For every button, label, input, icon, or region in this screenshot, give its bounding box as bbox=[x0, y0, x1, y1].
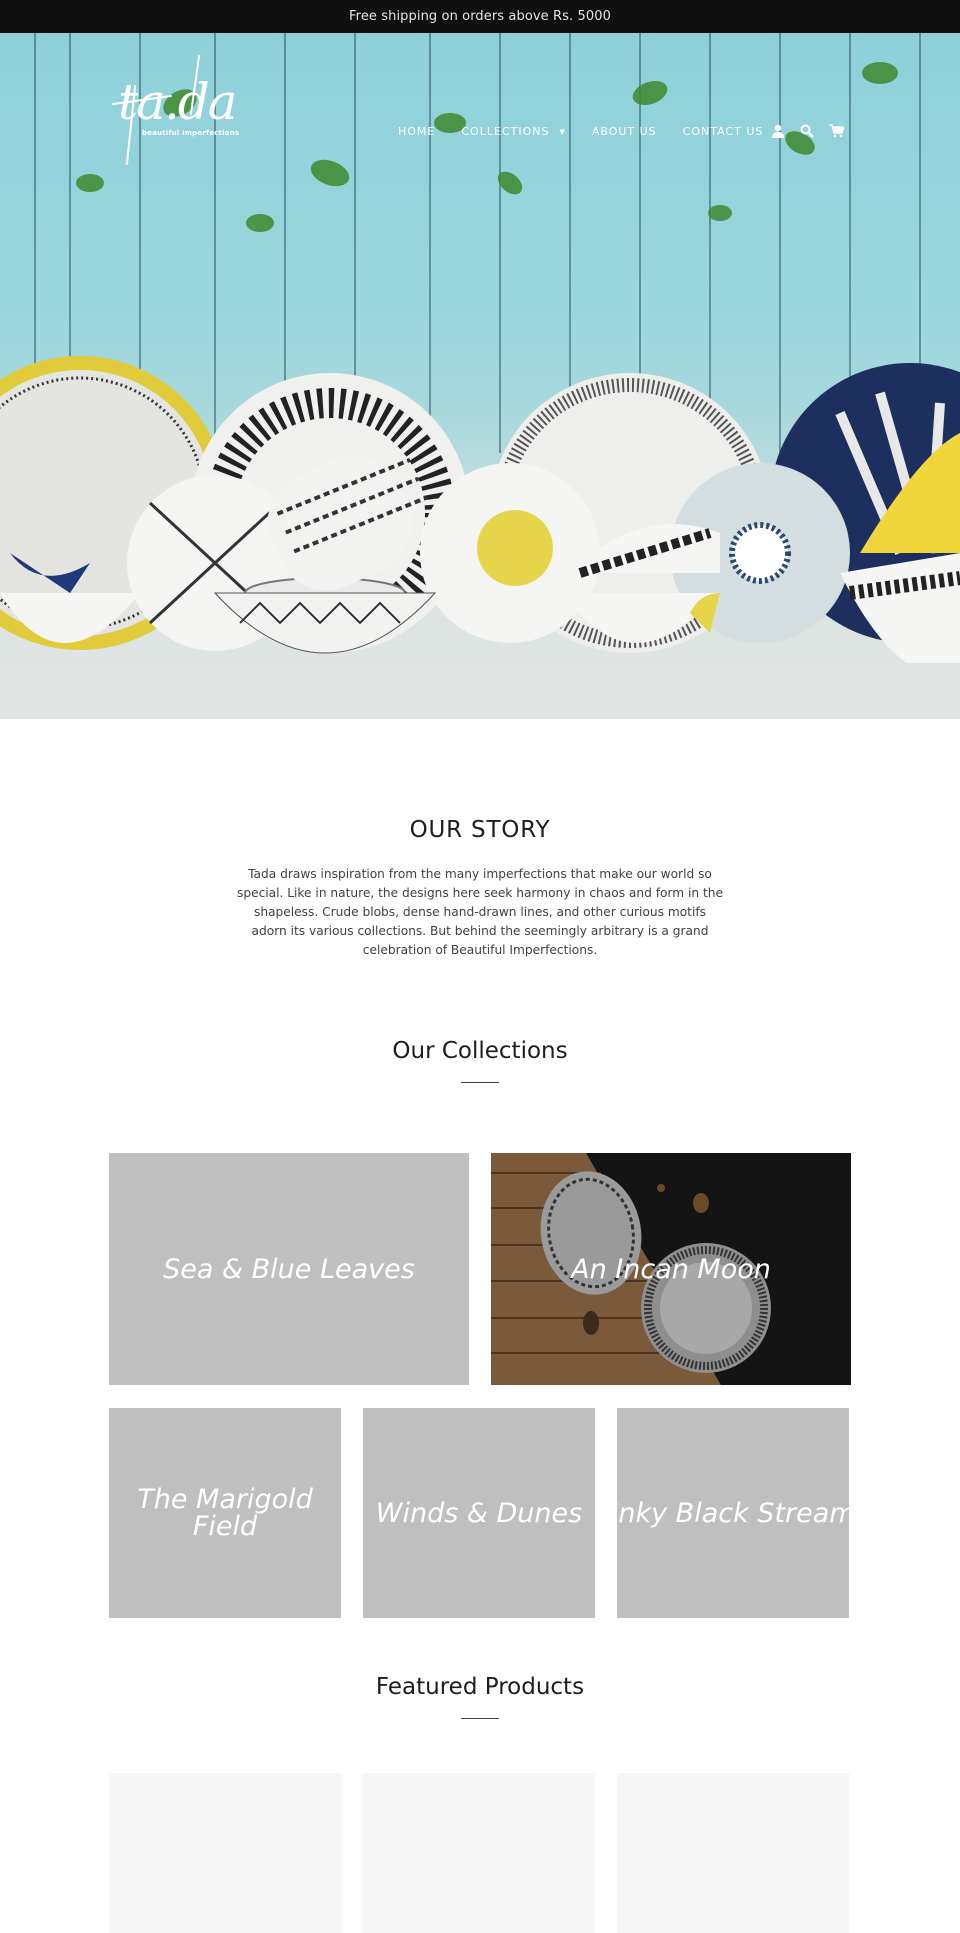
nav-home-label: HOME bbox=[398, 125, 436, 138]
collection-title: Sea & Blue Leaves bbox=[163, 1253, 415, 1285]
collection-tile-sea-blue-leaves[interactable]: Sea & Blue Leaves bbox=[109, 1153, 469, 1385]
collection-title: Inky Black Stream bbox=[617, 1497, 849, 1529]
hero-banner[interactable]: ta.da beautiful imperfections HOME COLLE… bbox=[0, 33, 960, 719]
our-story-section: OUR STORY Tada draws inspiration from th… bbox=[0, 719, 960, 960]
collection-tile-inky-black-stream[interactable]: Inky Black Stream bbox=[617, 1408, 849, 1618]
collection-title: An Incan Moon bbox=[571, 1253, 771, 1285]
site-header: ta.da beautiful imperfections HOME COLLE… bbox=[0, 33, 960, 173]
collection-title: The Marigold Field bbox=[137, 1484, 313, 1542]
our-story-title: OUR STORY bbox=[409, 817, 551, 843]
logo-tagline: beautiful imperfections bbox=[142, 129, 240, 137]
product-card[interactable] bbox=[617, 1773, 849, 1933]
collections-grid: Sea & Blue Leaves An Incan Moon The Mari… bbox=[0, 1153, 960, 1618]
nav-about-us-label: ABOUT US bbox=[591, 125, 657, 138]
collection-tile-winds-dunes[interactable]: Winds & Dunes bbox=[363, 1408, 595, 1618]
nav-contact-us-label: CONTACT US bbox=[682, 125, 764, 138]
nav-contact-us[interactable]: CONTACT US bbox=[683, 125, 764, 138]
collection-tile-an-incan-moon[interactable]: An Incan Moon bbox=[491, 1153, 851, 1385]
logo[interactable]: ta.da beautiful imperfections bbox=[108, 47, 239, 165]
nav-collections[interactable]: COLLECTIONS ▼ bbox=[461, 125, 565, 138]
nav-about-us[interactable]: ABOUT US bbox=[592, 125, 657, 138]
product-card[interactable] bbox=[363, 1773, 595, 1933]
featured-divider bbox=[461, 1718, 499, 1719]
collection-tile-the-marigold-field[interactable]: The Marigold Field bbox=[109, 1408, 341, 1618]
nav-collections-label: COLLECTIONS bbox=[461, 125, 550, 138]
account-icon[interactable] bbox=[770, 123, 786, 139]
logo-wordmark: ta.da bbox=[118, 73, 238, 131]
header-icons bbox=[770, 123, 857, 139]
main-nav: HOME COLLECTIONS ▼ ABOUT US CONTACT US bbox=[398, 125, 789, 138]
featured-products-title: Featured Products bbox=[375, 1674, 585, 1700]
featured-products-section: Featured Products bbox=[0, 1674, 960, 1933]
collections-divider bbox=[461, 1082, 499, 1083]
search-icon[interactable] bbox=[799, 123, 815, 139]
cart-icon[interactable] bbox=[828, 123, 844, 139]
collections-title: Our Collections bbox=[392, 1038, 568, 1064]
collection-title: Winds & Dunes bbox=[375, 1497, 583, 1529]
our-story-body: Tada draws inspiration from the many imp… bbox=[236, 867, 724, 957]
announcement-bar: Free shipping on orders above Rs. 5000 bbox=[0, 0, 960, 33]
product-card[interactable] bbox=[109, 1773, 341, 1933]
featured-products-grid bbox=[109, 1773, 960, 1933]
announcement-text: Free shipping on orders above Rs. 5000 bbox=[349, 9, 611, 24]
collections-section: Our Collections Sea & Blue Leaves An Inc… bbox=[0, 1038, 960, 1618]
chevron-down-icon: ▼ bbox=[559, 127, 566, 136]
nav-home[interactable]: HOME bbox=[398, 125, 435, 138]
